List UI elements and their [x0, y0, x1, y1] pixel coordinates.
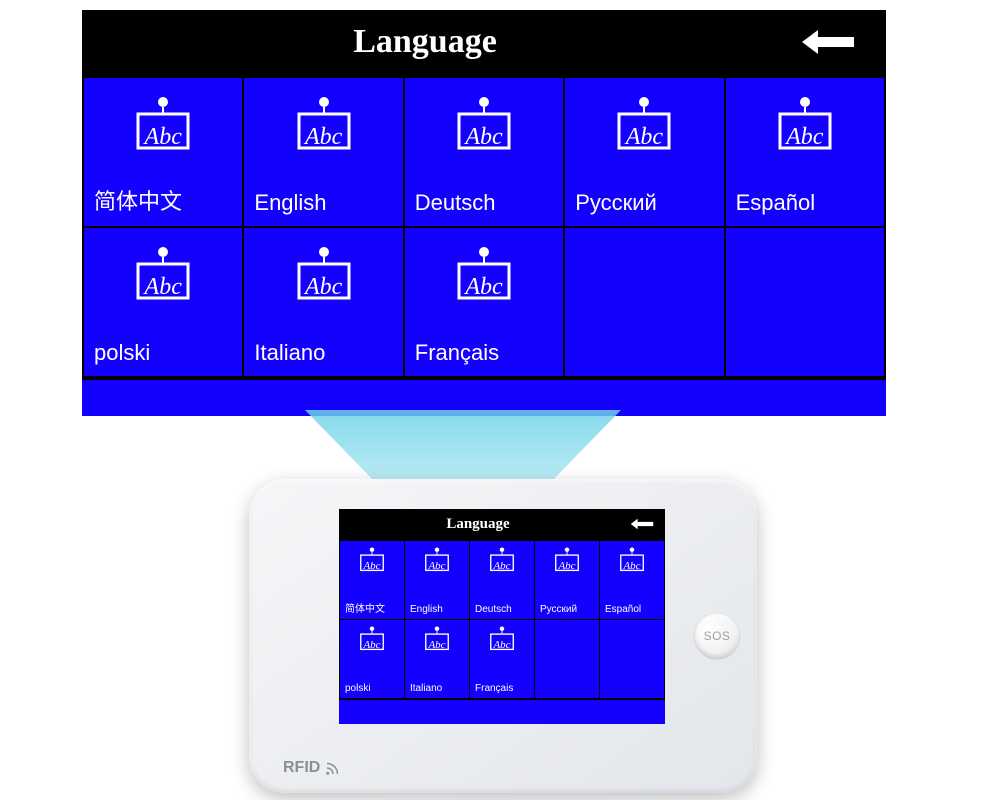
language-label: 简体中文 [345, 600, 385, 615]
language-label: Русский [540, 604, 577, 615]
presentation-icon: Abc [132, 246, 194, 304]
presentation-icon: Abc [423, 626, 451, 652]
titlebar: Language [82, 10, 886, 74]
abc-icon-text: Abc [465, 274, 502, 301]
abc-icon-text: Abc [465, 124, 502, 151]
language-option[interactable]: Abc Русский [535, 541, 599, 619]
abc-icon-text: Abc [145, 274, 182, 301]
language-option[interactable]: Abc Français [470, 620, 534, 698]
language-option[interactable]: Abc 简体中文 [84, 78, 242, 226]
language-label: polski [345, 683, 371, 694]
device-language-grid: Abc 简体中文 Abc English Abc Deutsch Abc Русский… [339, 539, 665, 699]
abc-icon-text: Abc [493, 560, 510, 572]
abc-icon-text: Abc [428, 560, 445, 572]
language-option[interactable]: Abc polski [340, 620, 404, 698]
sos-button[interactable]: SOS [695, 614, 739, 658]
language-label: Español [605, 604, 641, 615]
language-grid: Abc 简体中文 Abc English Abc Deutsch Abc Русский… [82, 74, 886, 378]
language-label: Français [475, 683, 513, 694]
presentation-icon: Abc [293, 246, 355, 304]
device-back-button[interactable] [617, 509, 665, 539]
rfid-signal-icon [324, 759, 342, 777]
back-arrow-icon [798, 26, 858, 58]
abc-icon-text: Abc [428, 639, 445, 651]
presentation-icon: Abc [774, 96, 836, 154]
abc-icon-text: Abc [305, 274, 342, 301]
abc-icon-text: Abc [786, 124, 823, 151]
language-option[interactable]: Abc Deutsch [405, 78, 563, 226]
abc-icon-text: Abc [305, 124, 342, 151]
presentation-icon: Abc [358, 547, 386, 573]
empty-cell [535, 620, 599, 698]
language-option[interactable]: Abc Deutsch [470, 541, 534, 619]
rfid-text: RFID [283, 759, 320, 777]
language-label: Español [736, 190, 816, 216]
language-screen-enlarged: Language Abc 简体中文 Abc English Abc Deutsch A… [82, 10, 886, 410]
language-option[interactable]: Abc English [405, 541, 469, 619]
presentation-icon: Abc [358, 626, 386, 652]
language-option[interactable]: Abc English [244, 78, 402, 226]
device-footer-strip [339, 699, 665, 724]
language-option[interactable]: Abc Español [726, 78, 884, 226]
abc-icon-text: Abc [493, 639, 510, 651]
device-screen: Language Abc 简体中文 Abc English Abc Deutsch A… [339, 509, 665, 723]
presentation-icon: Abc [453, 96, 515, 154]
presentation-icon: Abc [423, 547, 451, 573]
empty-cell [565, 228, 723, 376]
empty-cell [600, 620, 664, 698]
language-label: Deutsch [475, 604, 512, 615]
language-option[interactable]: Abc Italiano [405, 620, 469, 698]
language-label: Русский [575, 190, 657, 216]
language-label: Deutsch [415, 190, 496, 216]
language-label: Italiano [254, 340, 325, 366]
abc-icon-text: Abc [623, 560, 640, 572]
language-option[interactable]: Abc Italiano [244, 228, 402, 376]
device-titlebar: Language [339, 509, 665, 539]
presentation-icon: Abc [488, 626, 516, 652]
empty-cell [726, 228, 884, 376]
abc-icon-text: Abc [363, 639, 380, 651]
screen-title: Language [82, 10, 768, 74]
language-label: English [254, 190, 326, 216]
language-label: polski [94, 340, 150, 366]
language-option[interactable]: Abc 简体中文 [340, 541, 404, 619]
rfid-label: RFID [283, 759, 342, 777]
device-screen-title: Language [339, 509, 617, 539]
language-option[interactable]: Abc Français [405, 228, 563, 376]
presentation-icon: Abc [453, 246, 515, 304]
language-label: 简体中文 [94, 184, 182, 216]
language-label: English [410, 604, 443, 615]
language-option[interactable]: Abc Español [600, 541, 664, 619]
abc-icon-text: Abc [626, 124, 663, 151]
footer-strip [82, 378, 886, 416]
back-button[interactable] [768, 10, 886, 74]
presentation-icon: Abc [488, 547, 516, 573]
abc-icon-text: Abc [558, 560, 575, 572]
presentation-icon: Abc [132, 96, 194, 154]
presentation-icon: Abc [618, 547, 646, 573]
language-label: Italiano [410, 683, 442, 694]
presentation-icon: Abc [553, 547, 581, 573]
abc-icon-text: Abc [363, 560, 380, 572]
language-option[interactable]: Abc Русский [565, 78, 723, 226]
presentation-icon: Abc [613, 96, 675, 154]
device-panel: Language Abc 简体中文 Abc English Abc Deutsch A… [249, 479, 757, 793]
back-arrow-icon [629, 517, 655, 531]
abc-icon-text: Abc [145, 124, 182, 151]
presentation-icon: Abc [293, 96, 355, 154]
language-label: Français [415, 340, 499, 366]
language-option[interactable]: Abc polski [84, 228, 242, 376]
